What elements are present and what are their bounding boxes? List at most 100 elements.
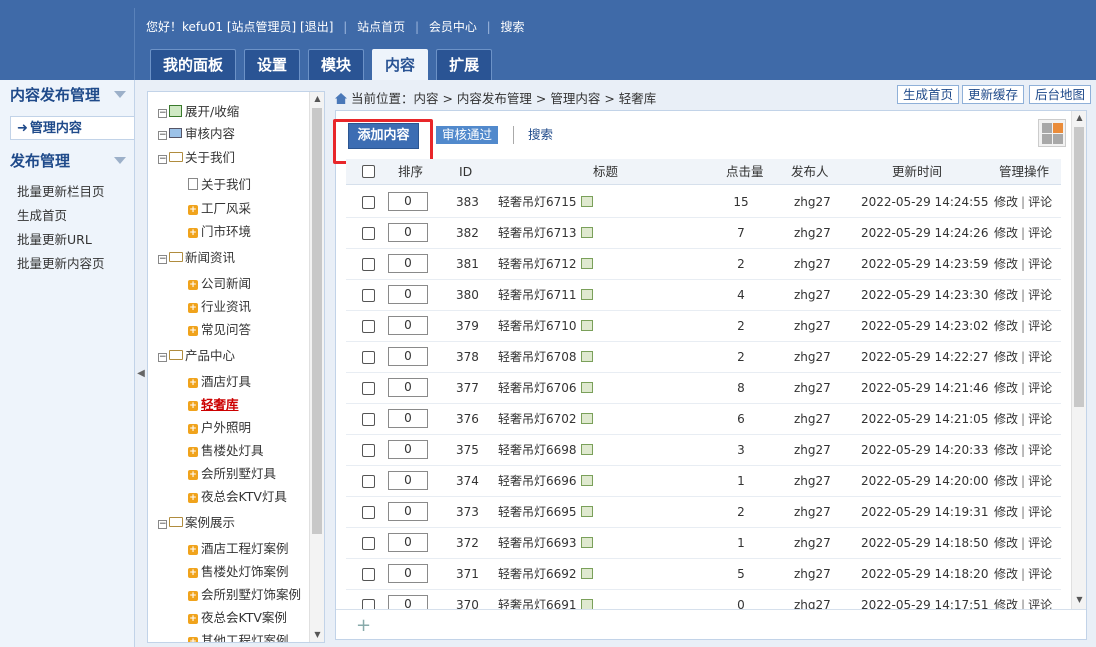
comment-link[interactable]: 评论 — [1028, 474, 1052, 488]
row-checkbox[interactable] — [362, 351, 375, 364]
row-title[interactable]: 轻奢吊灯6691 — [498, 590, 593, 609]
tree-item-hotel-lamps[interactable]: + 酒店灯具 — [188, 373, 251, 391]
tab-modules[interactable]: 模块 — [308, 49, 365, 80]
col-title[interactable]: 标题 — [593, 159, 618, 185]
tree-scrollbar[interactable]: ▲ ▼ — [309, 92, 324, 642]
add-icon[interactable]: + — [356, 615, 371, 636]
comment-link[interactable]: 评论 — [1028, 443, 1052, 457]
comment-link[interactable]: 评论 — [1028, 226, 1052, 240]
edit-link[interactable]: 修改 — [994, 350, 1018, 364]
edit-link[interactable]: 修改 — [994, 319, 1018, 333]
edit-link[interactable]: 修改 — [994, 443, 1018, 457]
row-title[interactable]: 轻奢吊灯6692 — [498, 559, 593, 590]
order-input[interactable]: 0 — [388, 316, 428, 335]
generate-home-button[interactable]: 生成首页 — [897, 85, 960, 104]
scroll-up-icon[interactable]: ▲ — [310, 92, 324, 106]
edit-link[interactable]: 修改 — [994, 381, 1018, 395]
col-author[interactable]: 发布人 — [791, 159, 829, 185]
tree-item-factory[interactable]: + 工厂风采 — [188, 200, 251, 218]
row-checkbox[interactable] — [362, 537, 375, 550]
order-input[interactable]: 0 — [388, 347, 428, 366]
comment-link[interactable]: 评论 — [1028, 598, 1052, 609]
tree-item-store[interactable]: + 门市环境 — [188, 223, 251, 241]
edit-link[interactable]: 修改 — [994, 288, 1018, 302]
tree-item-company-news[interactable]: + 公司新闻 — [188, 275, 251, 293]
audit-pass-button[interactable]: 审核通过 — [436, 126, 499, 144]
scroll-thumb[interactable] — [1074, 127, 1084, 407]
comment-link[interactable]: 评论 — [1028, 257, 1052, 271]
tree-folder-news[interactable]: − 新闻资讯 — [158, 249, 235, 267]
tree-item-industry-news[interactable]: + 行业资讯 — [188, 298, 251, 316]
tree-item-faq[interactable]: + 常见问答 — [188, 321, 251, 339]
row-title[interactable]: 轻奢吊灯6711 — [498, 280, 593, 311]
comment-link[interactable]: 评论 — [1028, 288, 1052, 302]
edit-link[interactable]: 修改 — [994, 226, 1018, 240]
order-input[interactable]: 0 — [388, 378, 428, 397]
order-input[interactable]: 0 — [388, 502, 428, 521]
edit-link[interactable]: 修改 — [994, 567, 1018, 581]
logout-link[interactable]: [退出] — [300, 20, 333, 34]
tree-item-case-ktv[interactable]: + 夜总会KTV案例 — [188, 609, 287, 627]
row-checkbox[interactable] — [362, 258, 375, 271]
row-title[interactable]: 轻奢吊灯6715 — [498, 187, 593, 218]
edit-link[interactable]: 修改 — [994, 474, 1018, 488]
comment-link[interactable]: 评论 — [1028, 381, 1052, 395]
comment-link[interactable]: 评论 — [1028, 567, 1052, 581]
order-input[interactable]: 0 — [388, 533, 428, 552]
row-checkbox[interactable] — [362, 227, 375, 240]
row-title[interactable]: 轻奢吊灯6698 — [498, 435, 593, 466]
row-checkbox[interactable] — [362, 568, 375, 581]
tab-settings[interactable]: 设置 — [244, 49, 301, 80]
tree-item-audit[interactable]: − 审核内容 — [158, 125, 235, 143]
content-scrollbar[interactable]: ▲ ▼ — [1071, 111, 1086, 611]
comment-link[interactable]: 评论 — [1028, 505, 1052, 519]
layout-toggle-icon[interactable] — [1038, 119, 1066, 147]
scroll-up-icon[interactable]: ▲ — [1072, 111, 1087, 125]
tree-item-light-luxury[interactable]: + 轻奢库 — [188, 396, 239, 414]
scroll-down-icon[interactable]: ▼ — [1072, 593, 1087, 607]
order-input[interactable]: 0 — [388, 440, 428, 459]
comment-link[interactable]: 评论 — [1028, 536, 1052, 550]
order-input[interactable]: 0 — [388, 285, 428, 304]
tree-item-ktv[interactable]: + 夜总会KTV灯具 — [188, 488, 287, 506]
search-button[interactable]: 搜索 — [513, 126, 553, 144]
add-content-button[interactable]: 添加内容 — [348, 123, 419, 149]
tab-extensions[interactable]: 扩展 — [436, 49, 493, 80]
tree-toggle-all[interactable]: − 展开/收缩 — [158, 103, 239, 121]
sidebar-section-publish[interactable]: 发布管理 — [0, 146, 134, 176]
order-input[interactable]: 0 — [388, 192, 428, 211]
sidebar-item-manage-content[interactable]: ➜ 管理内容 — [10, 116, 134, 140]
row-title[interactable]: 轻奢吊灯6713 — [498, 218, 593, 249]
tab-my-panel[interactable]: 我的面板 — [150, 49, 237, 80]
sidebar-section-content-publish[interactable]: 内容发布管理 — [0, 80, 134, 110]
row-checkbox[interactable] — [362, 196, 375, 209]
comment-link[interactable]: 评论 — [1028, 350, 1052, 364]
order-input[interactable]: 0 — [388, 564, 428, 583]
tree-item-about-page[interactable]: 关于我们 — [188, 176, 251, 194]
edit-link[interactable]: 修改 — [994, 412, 1018, 426]
row-checkbox[interactable] — [362, 289, 375, 302]
col-order[interactable]: 排序 — [398, 159, 423, 185]
search-link[interactable]: 搜索 — [501, 20, 525, 34]
tree-item-case-other[interactable]: + 其他工程灯案例 — [188, 632, 289, 642]
row-checkbox[interactable] — [362, 413, 375, 426]
order-input[interactable]: 0 — [388, 595, 428, 609]
order-input[interactable]: 0 — [388, 471, 428, 490]
tree-item-case-sales[interactable]: + 售楼处灯饰案例 — [188, 563, 289, 581]
sidebar-item-generate-home[interactable]: 生成首页 — [0, 204, 134, 228]
tree-folder-about[interactable]: − 关于我们 — [158, 149, 235, 167]
row-title[interactable]: 轻奢吊灯6710 — [498, 311, 593, 342]
edit-link[interactable]: 修改 — [994, 536, 1018, 550]
scroll-down-icon[interactable]: ▼ — [310, 628, 324, 642]
edit-link[interactable]: 修改 — [994, 598, 1018, 609]
row-checkbox[interactable] — [362, 444, 375, 457]
sidebar-item-batch-update-url[interactable]: 批量更新URL — [0, 228, 134, 252]
tree-item-sales-office[interactable]: + 售楼处灯具 — [188, 442, 264, 460]
row-title[interactable]: 轻奢吊灯6695 — [498, 497, 593, 528]
row-title[interactable]: 轻奢吊灯6706 — [498, 373, 593, 404]
comment-link[interactable]: 评论 — [1028, 412, 1052, 426]
collapse-left-icon[interactable]: ◀ — [135, 367, 147, 381]
sidebar-item-batch-update-category[interactable]: 批量更新栏目页 — [0, 180, 134, 204]
sidebar-item-batch-update-content[interactable]: 批量更新内容页 — [0, 252, 134, 276]
tree-item-villa[interactable]: + 会所别墅灯具 — [188, 465, 276, 483]
